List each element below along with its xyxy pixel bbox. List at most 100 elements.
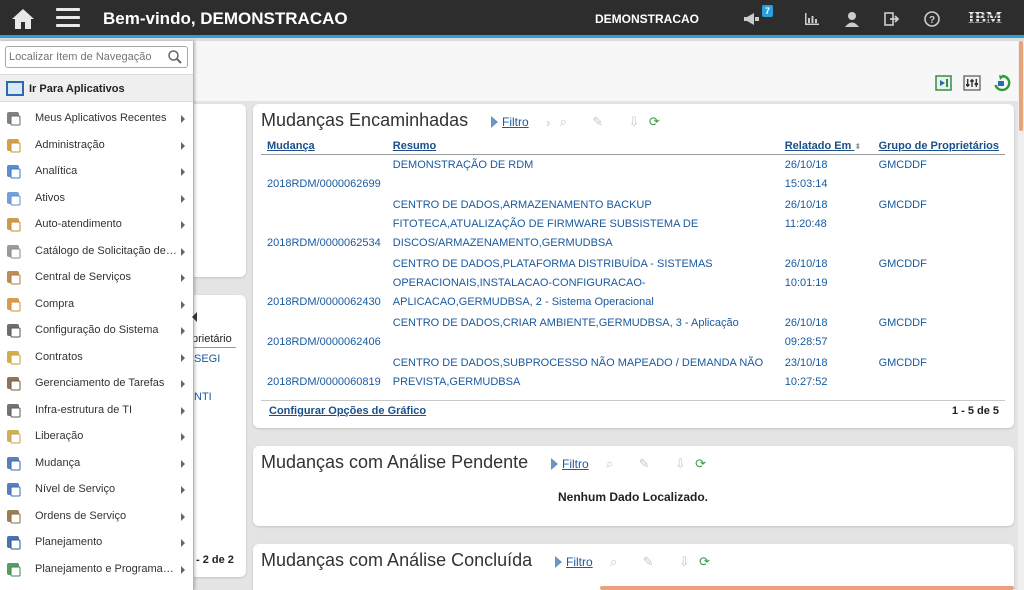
nav-item[interactable]: Configuração do Sistema xyxy=(0,317,193,344)
download-icon[interactable]: ⇩ xyxy=(629,114,640,130)
nav-item[interactable]: Central de Serviços xyxy=(0,264,193,291)
nav-item[interactable]: Compra xyxy=(0,291,193,318)
nav-item[interactable]: Gerenciamento de Tarefas xyxy=(0,370,193,397)
download-icon[interactable]: ⇩ xyxy=(679,554,690,570)
nav-item[interactable]: Meus Aplicativos Recentes xyxy=(0,105,193,132)
user-name: DEMONSTRACAO xyxy=(595,12,699,26)
collapse-nav-icon[interactable] xyxy=(192,312,197,322)
vertical-scrollbar[interactable] xyxy=(1018,41,1024,590)
nav-item[interactable]: Ordens de Serviço xyxy=(0,503,193,530)
reported-cell[interactable]: 26/10/18 09:28:57 xyxy=(779,313,873,353)
reported-cell-line: 10:27:52 xyxy=(784,376,828,388)
layout-sliders-icon[interactable] xyxy=(963,74,981,92)
filter-arrow-icon[interactable] xyxy=(555,556,562,568)
portlet-refresh-icon[interactable]: ⟳ xyxy=(699,554,710,570)
reported-cell-line: 15:03:14 xyxy=(784,178,828,190)
user-profile-icon[interactable] xyxy=(842,9,862,29)
table-row[interactable]: 2018RDM/0000062699 DEMONSTRAÇÃO DE RDM 26/… xyxy=(261,155,1005,196)
filter-link[interactable]: Filtro xyxy=(502,115,529,129)
nav-item[interactable]: Mudança xyxy=(0,450,193,477)
owner-group-cell[interactable]: GMCDDF xyxy=(873,195,1005,254)
nav-item[interactable]: Liberação xyxy=(0,423,193,450)
summary-cell[interactable]: DEMONSTRAÇÃO DE RDM xyxy=(387,155,779,196)
reported-cell[interactable]: 26/10/18 15:03:14 xyxy=(779,155,873,196)
chart-icon[interactable] xyxy=(802,9,822,29)
portlet-refresh-icon[interactable]: ⟳ xyxy=(695,456,706,472)
planning-icon xyxy=(5,533,23,551)
summary-cell[interactable]: CENTRO DE DADOS,SUBPROCESSO NÃO MAPEADO … xyxy=(387,353,779,393)
sort-icon[interactable]: ⬍ xyxy=(854,142,861,151)
nav-item[interactable]: Administração xyxy=(0,132,193,159)
change-id-cell[interactable]: 2018RDM/0000062534 xyxy=(261,195,387,254)
go-to-applications[interactable]: Ir Para Aplicativos xyxy=(0,74,193,102)
nav-item[interactable]: Auto-atendimento xyxy=(0,211,193,238)
refresh-icon[interactable] xyxy=(993,74,1011,92)
nav-item[interactable]: Infra-estrutura de TI xyxy=(0,397,193,424)
owner-group-cell[interactable]: GMCDDF xyxy=(873,353,1005,393)
search-icon[interactable]: ⌕ xyxy=(560,114,567,130)
column-header-fragment: prietário xyxy=(192,333,232,345)
clear-filter-icon[interactable]: ✎ xyxy=(639,456,650,472)
expand-portlets-icon[interactable] xyxy=(935,74,953,92)
column-header-summary[interactable]: Resumo xyxy=(386,138,779,155)
table-row[interactable]: 2018RDM/0000060819 CENTRO DE DADOS,SUBPRO… xyxy=(261,353,1005,393)
menu-icon[interactable] xyxy=(56,8,80,30)
sign-out-icon[interactable] xyxy=(882,9,902,29)
chevron-right-icon xyxy=(181,274,185,282)
column-header-change[interactable]: Mudança xyxy=(261,138,387,155)
reported-cell[interactable]: 26/10/18 10:01:19 xyxy=(779,254,873,313)
summary-cell-line: DEMONSTRAÇÃO DE RDM xyxy=(392,159,534,171)
table-row[interactable]: 2018RDM/0000062406 CENTRO DE DADOS,CRIAR … xyxy=(261,313,1005,353)
filter-link[interactable]: Filtro xyxy=(562,457,589,471)
column-header-owner-group[interactable]: Grupo de Proprietários xyxy=(872,138,1005,155)
configure-chart-options-link[interactable]: Configurar Opções de Gráfico xyxy=(269,405,426,417)
portlet-refresh-icon[interactable]: ⟳ xyxy=(649,114,660,130)
nav-item[interactable]: Nível de Serviço xyxy=(0,476,193,503)
nav-item[interactable]: Analítica xyxy=(0,158,193,185)
help-icon[interactable]: ? xyxy=(922,9,942,29)
change-id-cell[interactable]: 2018RDM/0000060819 xyxy=(261,353,387,393)
table-row[interactable]: 2018RDM/0000062430 CENTRO DE DADOS,PLATAF… xyxy=(261,254,1005,313)
megaphone-icon[interactable] xyxy=(742,9,762,29)
nav-item-label: Analítica xyxy=(35,165,78,177)
routed-changes-table: Mudança Resumo Relatado Em ⬍ Grupo de Pr… xyxy=(261,138,1005,393)
home-icon[interactable] xyxy=(10,7,36,31)
reported-cell[interactable]: 26/10/18 11:20:48 xyxy=(779,195,873,254)
table-row[interactable]: 2018RDM/0000062534 CENTRO DE DADOS,ARMAZE… xyxy=(261,195,1005,254)
summary-cell-line: DISCOS/ARMAZENAMENTO,GERMUDBSA xyxy=(392,237,613,249)
summary-cell[interactable]: CENTRO DE DADOS,CRIAR AMBIENTE,GERMUDBSA… xyxy=(387,313,779,353)
nav-item[interactable]: Catálogo de Solicitação de Serviço xyxy=(0,238,193,265)
owner-group-cell[interactable]: GMCDDF xyxy=(873,254,1005,313)
summary-cell[interactable]: CENTRO DE DADOS,ARMAZENAMENTO BACKUP FITO… xyxy=(387,195,779,254)
owner-group-cell[interactable]: GMCDDF xyxy=(873,155,1005,196)
nav-item-label: Nível de Serviço xyxy=(35,483,116,495)
portlet-title: Mudanças com Análise Pendente xyxy=(261,452,529,472)
change-id-cell[interactable]: 2018RDM/0000062430 xyxy=(261,254,387,313)
cell-fragment[interactable]: SEGI xyxy=(194,353,220,365)
computer-icon xyxy=(5,401,23,419)
filter-link[interactable]: Filtro xyxy=(566,555,593,569)
reported-cell[interactable]: 23/10/18 10:27:52 xyxy=(779,353,873,393)
nav-item[interactable]: Planejamento e Programação xyxy=(0,556,193,583)
cell-fragment[interactable]: NTI xyxy=(194,391,212,403)
filter-arrow-icon[interactable] xyxy=(491,116,498,128)
search-icon[interactable] xyxy=(167,49,183,65)
horizontal-scrollbar[interactable] xyxy=(600,586,1014,590)
owner-group-cell[interactable]: GMCDDF xyxy=(873,313,1005,353)
nav-item[interactable]: Planejamento xyxy=(0,529,193,556)
nav-item[interactable]: Ativos xyxy=(0,185,193,212)
filter-arrow-icon[interactable] xyxy=(551,458,558,470)
column-header-reported[interactable]: Relatado Em ⬍ xyxy=(778,138,873,155)
reported-cell-line: 09:28:57 xyxy=(784,336,828,348)
clear-filter-icon[interactable]: ✎ xyxy=(643,554,654,570)
download-icon[interactable]: ⇩ xyxy=(675,456,686,472)
summary-cell[interactable]: CENTRO DE DADOS,PLATAFORMA DISTRIBUÍDA -… xyxy=(387,254,779,313)
search-icon[interactable]: ⌕ xyxy=(610,554,617,570)
clear-filter-icon[interactable]: ✎ xyxy=(592,114,603,130)
scrollbar-thumb[interactable] xyxy=(1019,41,1023,131)
change-id-cell[interactable]: 2018RDM/0000062699 xyxy=(261,155,387,196)
change-id-cell[interactable]: 2018RDM/0000062406 xyxy=(261,313,387,353)
search-icon[interactable]: ⌕ xyxy=(606,456,613,472)
nav-item[interactable]: Contratos xyxy=(0,344,193,371)
nav-search-input[interactable] xyxy=(9,48,169,66)
